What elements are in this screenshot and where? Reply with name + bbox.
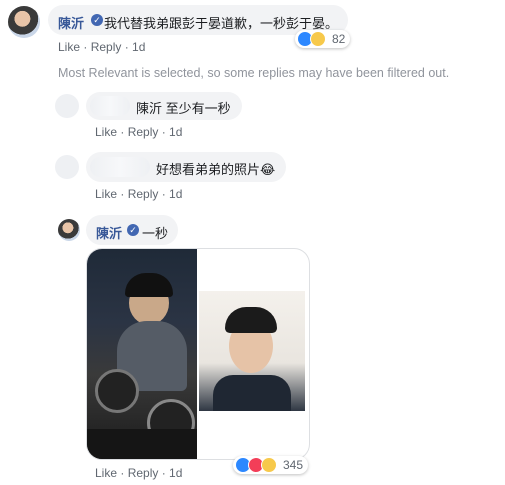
photo-attachment[interactable] [86,248,310,460]
reply-actions: Like · Reply · 1d [95,125,183,139]
verified-badge-icon: ✓ [91,14,103,26]
reply-text: 一秒 [142,226,169,241]
like-link[interactable]: Like [95,187,117,201]
wow-reaction-icon [261,457,277,473]
avatar[interactable] [8,6,40,38]
comment-author[interactable]: 陳沂 [58,13,84,32]
reply-text: 好想看弟弟的照片😂 [156,162,276,177]
avatar[interactable] [55,155,79,179]
reaction-summary[interactable]: 82 [295,30,351,48]
comment-actions: Like · Reply · 1d [58,40,146,54]
reaction-count: 82 [332,32,346,46]
timestamp[interactable]: 1d [169,125,182,139]
reaction-summary[interactable]: 345 [233,456,309,474]
reply-actions: Like · Reply · 1d [95,187,183,201]
timestamp[interactable]: 1d [169,187,182,201]
verified-badge-icon: ✓ [127,224,139,236]
reaction-count: 345 [283,458,304,472]
like-link[interactable]: Like [95,125,117,139]
portrait-photo [199,291,305,411]
like-link[interactable]: Like [95,466,117,480]
timestamp[interactable]: 1d [132,40,145,54]
hidden-author [90,157,150,177]
reply-link[interactable]: Reply [128,466,159,480]
comment-author[interactable]: 陳沂 [96,223,122,242]
reply-link[interactable]: Reply [128,187,159,201]
like-link[interactable]: Like [58,40,80,54]
timestamp[interactable]: 1d [169,466,182,480]
avatar[interactable] [58,219,80,241]
hidden-author [90,96,130,116]
reply-link[interactable]: Reply [128,125,159,139]
reply-link[interactable]: Reply [91,40,122,54]
haha-reaction-icon [310,31,326,47]
reply-actions: Like · Reply · 1d [95,466,183,480]
avatar[interactable] [55,94,79,118]
dj-photo [87,249,197,459]
filter-notice: Most Relevant is selected, so some repli… [58,66,450,80]
reply-text: 陳沂 至少有一秒 [136,101,231,116]
